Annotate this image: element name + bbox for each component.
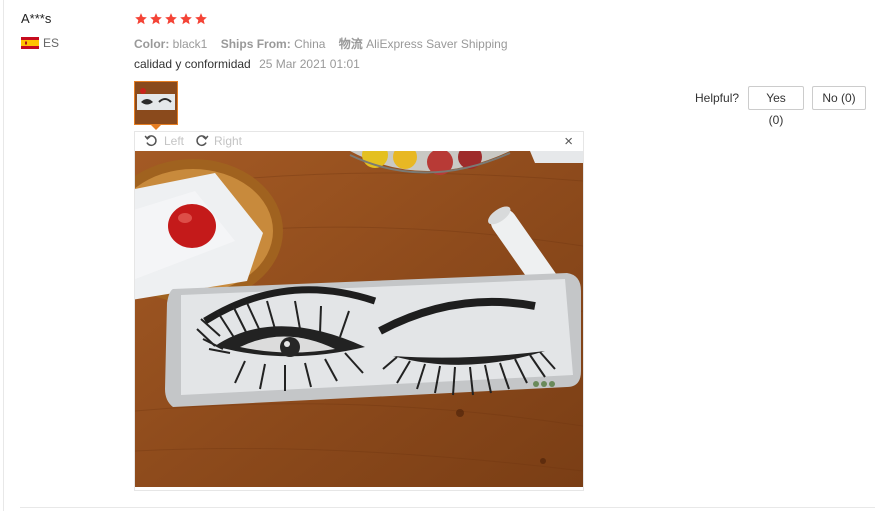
star-icon <box>179 12 193 26</box>
star-icon <box>149 12 163 26</box>
review-date: 25 Mar 2021 01:01 <box>259 57 360 71</box>
review-photo-thumbnail[interactable] <box>134 81 178 125</box>
thumbnail-image <box>135 82 177 124</box>
star-icon <box>134 12 148 26</box>
rotate-left-label: Left <box>164 133 185 148</box>
shipping-value: AliExpress Saver Shipping <box>366 37 508 51</box>
reviewer-name: A***s <box>21 11 52 26</box>
rotate-right-button[interactable]: Right <box>194 133 242 148</box>
color-value: black1 <box>172 37 208 51</box>
rotate-left-button[interactable]: Left <box>144 133 184 148</box>
rotate-right-label: Right <box>214 133 243 148</box>
thumbnail-selected-caret <box>151 125 161 130</box>
star-rating <box>134 12 208 26</box>
review-content: calidad y conformidad 25 Mar 2021 01:01 <box>134 57 360 71</box>
star-icon <box>164 12 178 26</box>
helpful-no-button[interactable]: No (0) <box>812 86 866 110</box>
rotate-right-icon <box>196 135 209 147</box>
close-icon[interactable]: × <box>564 132 573 151</box>
star-icon <box>194 12 208 26</box>
photo-viewer-toolbar: Left Right × <box>135 132 583 151</box>
helpful-label: Helpful? <box>695 91 740 105</box>
helpful-yes-button[interactable]: Yes (0) <box>748 86 804 127</box>
color-label: Color: <box>134 37 170 51</box>
left-divider <box>3 0 4 511</box>
reviewer-country: ES <box>43 36 60 50</box>
ships-from-value: China <box>294 37 326 51</box>
review-text: calidad y conformidad <box>134 57 251 71</box>
review-divider <box>20 507 875 508</box>
photo-viewer: Left Right × <box>134 131 584 491</box>
rotate-left-icon <box>144 135 157 147</box>
review-photo <box>135 151 583 487</box>
ships-from-label: Ships From: <box>220 37 291 51</box>
order-info: Color: black1 Ships From: China 物流 AliEx… <box>134 35 518 52</box>
shipping-label: 物流 <box>338 37 363 51</box>
flag-spain-icon <box>21 37 39 49</box>
